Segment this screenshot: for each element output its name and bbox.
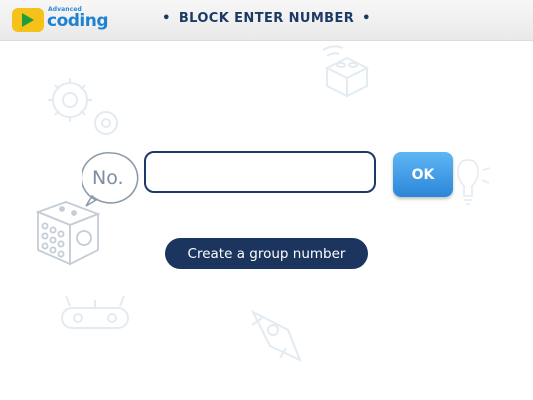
ok-button[interactable]: OK xyxy=(393,152,453,197)
lightbulb-icon xyxy=(457,159,491,205)
gear-icon xyxy=(48,78,118,135)
create-group-number-button[interactable]: Create a group number xyxy=(165,238,368,269)
background-art xyxy=(35,45,491,362)
number-prefix-label: No. xyxy=(92,167,124,189)
rocket-icon xyxy=(250,309,302,362)
dice-icon xyxy=(35,201,101,266)
building-block-icon xyxy=(322,45,370,98)
group-number-input[interactable] xyxy=(144,151,376,193)
robot-icon xyxy=(61,295,129,329)
